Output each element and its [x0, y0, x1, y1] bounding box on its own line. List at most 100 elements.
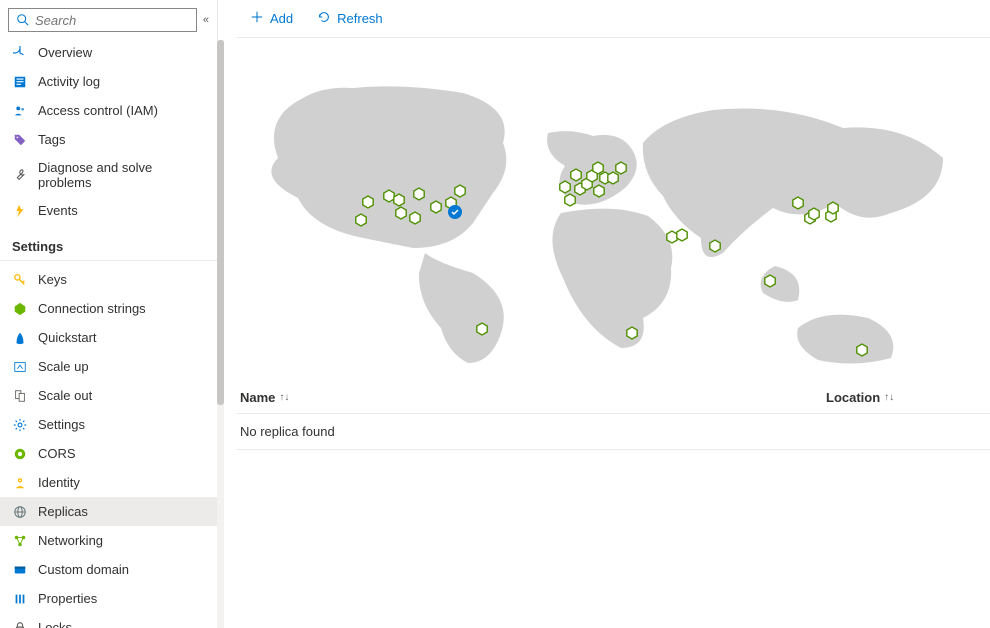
scrollbar[interactable]: [217, 40, 224, 628]
search-row: «: [0, 0, 217, 38]
collapse-sidebar-button[interactable]: «: [203, 14, 209, 26]
sidebar-item-access-control[interactable]: Access control (IAM): [0, 96, 217, 125]
sidebar-item-label: Identity: [38, 475, 80, 490]
world-map[interactable]: [236, 48, 990, 368]
quickstart-icon: [12, 330, 28, 346]
replicas-table: Name ↑↓ Location ↑↓ No replica found: [236, 384, 990, 450]
sidebar-item-label: Scale out: [38, 388, 92, 403]
wrench-icon: [12, 167, 28, 183]
region-marker[interactable]: [394, 194, 404, 206]
column-header-location[interactable]: Location ↑↓: [826, 390, 986, 405]
region-marker[interactable]: [828, 202, 838, 214]
identity-icon: [12, 475, 28, 491]
region-marker[interactable]: [396, 207, 406, 219]
region-marker[interactable]: [384, 190, 394, 202]
domain-icon: [12, 562, 28, 578]
sidebar-item-label: Locks: [38, 620, 72, 628]
scale-up-icon: [12, 359, 28, 375]
region-marker[interactable]: [793, 197, 803, 209]
region-marker[interactable]: [455, 185, 465, 197]
sidebar-item-label: Access control (IAM): [38, 103, 158, 118]
plus-icon: [250, 10, 264, 27]
refresh-button-label: Refresh: [337, 11, 383, 26]
region-marker[interactable]: [477, 323, 487, 335]
region-marker[interactable]: [616, 162, 626, 174]
add-button[interactable]: Add: [240, 6, 303, 31]
settings-section-header: Settings: [0, 225, 217, 261]
sidebar-item-label: Connection strings: [38, 301, 146, 316]
gear-icon: [12, 417, 28, 433]
search-icon: [15, 12, 31, 28]
sidebar-item-keys[interactable]: Keys: [0, 265, 217, 294]
cors-icon: [12, 446, 28, 462]
region-marker[interactable]: [571, 169, 581, 181]
region-marker[interactable]: [431, 201, 441, 213]
column-header-name[interactable]: Name ↑↓: [240, 390, 826, 405]
sort-icon: ↑↓: [884, 392, 894, 403]
region-marker[interactable]: [608, 172, 618, 184]
table-empty-message: No replica found: [236, 414, 990, 450]
region-marker[interactable]: [356, 214, 366, 226]
globe-icon: [12, 504, 28, 520]
sidebar: « Overview Activity log Access control (IA…: [0, 0, 218, 628]
connection-icon: [12, 301, 28, 317]
region-marker[interactable]: [809, 208, 819, 220]
region-marker[interactable]: [627, 327, 637, 339]
table-header: Name ↑↓ Location ↑↓: [236, 384, 990, 414]
sidebar-item-connection-strings[interactable]: Connection strings: [0, 294, 217, 323]
region-marker[interactable]: [857, 344, 867, 356]
sidebar-item-label: Properties: [38, 591, 97, 606]
search-box[interactable]: [8, 8, 197, 32]
region-marker[interactable]: [710, 240, 720, 252]
sidebar-item-locks[interactable]: Locks: [0, 613, 217, 628]
sidebar-item-quickstart[interactable]: Quickstart: [0, 323, 217, 352]
sidebar-item-identity[interactable]: Identity: [0, 468, 217, 497]
tag-icon: [12, 132, 28, 148]
sidebar-item-events[interactable]: Events: [0, 196, 217, 225]
map-svg: [236, 48, 990, 368]
region-marker[interactable]: [677, 229, 687, 241]
iam-icon: [12, 103, 28, 119]
refresh-button[interactable]: Refresh: [307, 6, 393, 31]
sidebar-item-activity-log[interactable]: Activity log: [0, 67, 217, 96]
sidebar-item-replicas[interactable]: Replicas: [0, 497, 217, 526]
sidebar-item-scale-up[interactable]: Scale up: [0, 352, 217, 381]
region-marker[interactable]: [565, 194, 575, 206]
search-input[interactable]: [35, 13, 190, 28]
activity-log-icon: [12, 74, 28, 90]
sidebar-item-label: Tags: [38, 132, 65, 147]
add-button-label: Add: [270, 11, 293, 26]
region-marker[interactable]: [765, 275, 775, 287]
sidebar-item-label: CORS: [38, 446, 76, 461]
main-panel: Add Refresh Name ↑↓: [218, 0, 990, 628]
sidebar-item-label: Quickstart: [38, 330, 97, 345]
sidebar-item-label: Scale up: [38, 359, 89, 374]
scroll-thumb[interactable]: [217, 40, 224, 405]
region-marker[interactable]: [593, 162, 603, 174]
sidebar-item-label: Replicas: [38, 504, 88, 519]
region-marker[interactable]: [363, 196, 373, 208]
sidebar-item-label: Activity log: [38, 74, 100, 89]
sidebar-item-label: Events: [38, 203, 78, 218]
sidebar-item-diagnose[interactable]: Diagnose and solve problems: [0, 154, 217, 196]
scale-out-icon: [12, 388, 28, 404]
networking-icon: [12, 533, 28, 549]
region-marker[interactable]: [560, 181, 570, 193]
column-location-label: Location: [826, 390, 880, 405]
sidebar-item-scale-out[interactable]: Scale out: [0, 381, 217, 410]
sidebar-item-overview[interactable]: Overview: [0, 38, 217, 67]
continents: [271, 86, 943, 363]
sidebar-item-settings[interactable]: Settings: [0, 410, 217, 439]
sidebar-item-cors[interactable]: CORS: [0, 439, 217, 468]
sidebar-item-properties[interactable]: Properties: [0, 584, 217, 613]
region-marker[interactable]: [414, 188, 424, 200]
sidebar-item-networking[interactable]: Networking: [0, 526, 217, 555]
region-marker[interactable]: [594, 185, 604, 197]
key-icon: [12, 272, 28, 288]
region-marker[interactable]: [667, 231, 677, 243]
sidebar-item-label: Custom domain: [38, 562, 129, 577]
region-marker[interactable]: [410, 212, 420, 224]
sidebar-item-tags[interactable]: Tags: [0, 125, 217, 154]
sidebar-item-custom-domain[interactable]: Custom domain: [0, 555, 217, 584]
toolbar: Add Refresh: [236, 0, 990, 38]
